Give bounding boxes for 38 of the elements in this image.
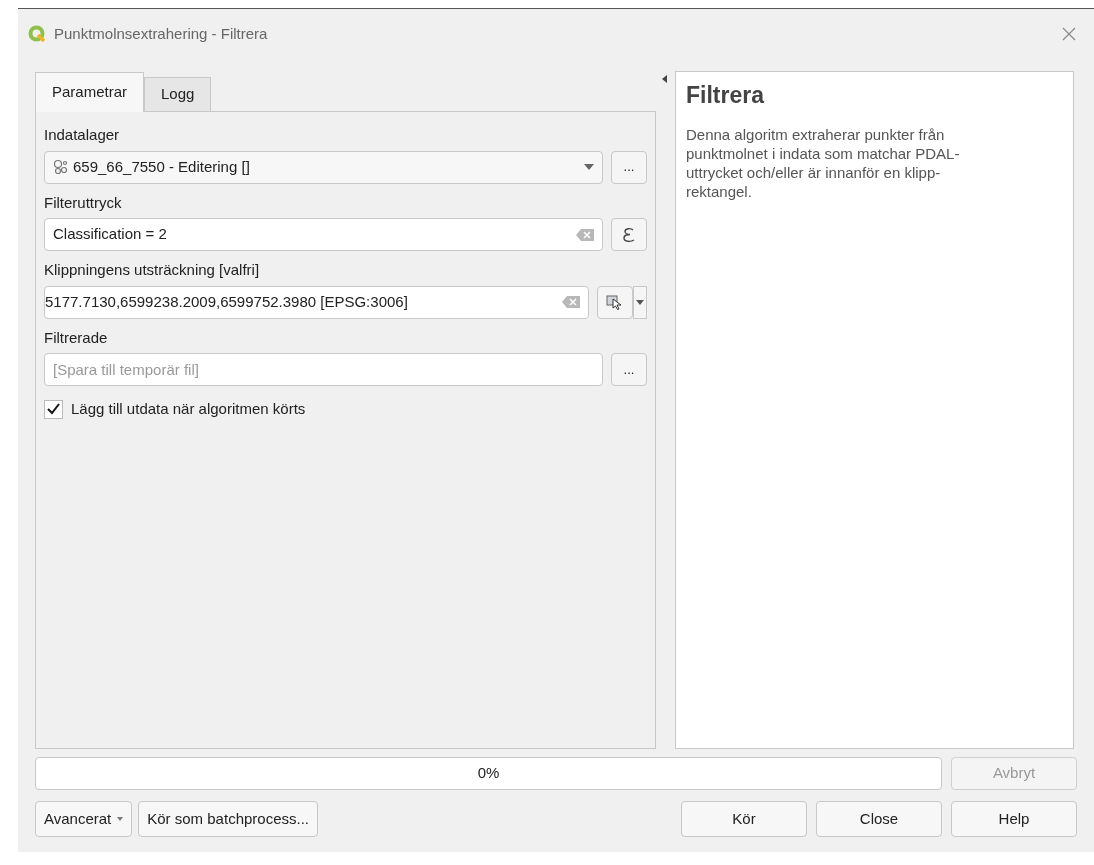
help-title: Filtrera bbox=[686, 81, 766, 110]
caret-icon bbox=[636, 299, 644, 305]
expression-button[interactable] bbox=[611, 218, 647, 251]
toolbar-button[interactable]: Avancerat bbox=[35, 801, 133, 837]
tab[interactable]: Logg bbox=[144, 77, 212, 111]
layer-value: 659_66_7550 - Editering [] bbox=[73, 156, 251, 177]
dialog-button[interactable]: Close bbox=[816, 801, 942, 837]
progress-reading: 0% bbox=[477, 763, 500, 784]
browse-button[interactable]: ... bbox=[611, 150, 647, 184]
output-options-button[interactable]: ... bbox=[611, 353, 647, 386]
field-label: Filteruttryck bbox=[44, 192, 123, 213]
epsilon-icon bbox=[623, 226, 635, 243]
field-label: Klippningens utsträckning [valfri] bbox=[44, 260, 261, 280]
checkbox[interactable] bbox=[44, 399, 63, 419]
close-icon[interactable] bbox=[1062, 27, 1076, 41]
caret-icon bbox=[584, 164, 594, 170]
extent-value: 5177.7130,6599238.2009,6599752.3980 [EPSG:3006] bbox=[45, 291, 409, 312]
collapse-icon[interactable] bbox=[662, 75, 667, 83]
help-text: Denna algoritm extraherar punkter från punktmolnet i indata som matchar PDAL-uttrycket och/eller är innanför en klipp-rektangel. bbox=[686, 124, 961, 201]
add-output-checkbox[interactable]: Lägg till utdata när algoritmen körts bbox=[44, 398, 647, 421]
layer-dropdown[interactable]: 659_66_7550 - Editering [] bbox=[44, 150, 603, 184]
app-logo-icon bbox=[28, 25, 46, 43]
dialog-button[interactable]: Kör bbox=[681, 801, 807, 837]
field-label: Indatalager bbox=[44, 125, 121, 145]
map-select-button[interactable] bbox=[597, 285, 633, 319]
window-title: Punktmolnsextrahering - Filtrera bbox=[54, 23, 269, 44]
cursor-icon bbox=[606, 294, 624, 310]
toolbar-button[interactable]: Kör som batchprocess... bbox=[138, 801, 318, 837]
output-field[interactable]: [Spara till temporär fil] bbox=[44, 353, 603, 386]
dialog-button[interactable]: Help bbox=[951, 801, 1077, 837]
field-label: Filtrerade bbox=[44, 327, 109, 348]
extent-menu-button[interactable] bbox=[633, 285, 647, 319]
point-cloud-icon bbox=[53, 159, 69, 175]
expression-field[interactable]: Classification = 2 bbox=[44, 218, 603, 251]
extent-field[interactable]: 5177.7130,6599238.2009,6599752.3980 [EPSG:3006] bbox=[44, 285, 589, 319]
expression-value: Classification = 2 bbox=[53, 224, 168, 245]
tab[interactable]: Parametrar bbox=[35, 72, 145, 112]
caret-icon bbox=[117, 817, 124, 821]
